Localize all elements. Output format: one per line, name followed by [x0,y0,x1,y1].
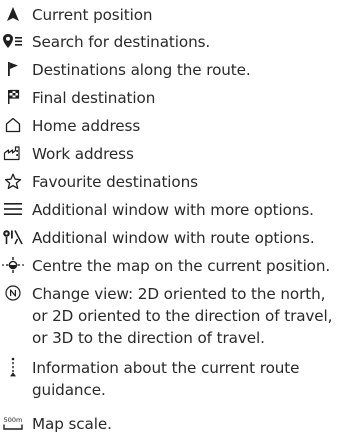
route-options-icon [1,228,25,246]
map-scale-label: 500m [3,415,23,424]
star-icon [1,172,25,190]
legend-item-text: Change view: 2D oriented to the north, o… [32,285,333,347]
route-info-icon [1,357,25,377]
legend-item-text: Work address [32,145,134,163]
legend-item-text: Final destination [32,89,156,107]
checkered-flag-icon [1,88,25,106]
legend-item-text: Additional window with route options. [32,229,315,247]
legend-item-text: Additional window with more options. [32,201,314,219]
menu-icon [1,200,25,218]
legend-item-text: Information about the current route guid… [32,359,300,399]
legend-item-text: Favourite destinations [32,173,198,191]
map-scale-icon: 500m [1,414,25,432]
legend-item-text: Destinations along the route. [32,61,251,79]
legend-item-text: Current position [32,6,153,24]
home-icon [1,116,25,134]
work-icon [1,144,25,162]
search-destination-icon [1,32,25,50]
legend-item-text: Home address [32,117,141,135]
legend-item-text: Search for destinations. [32,33,211,51]
arrow-up-icon [1,5,25,23]
legend-item-text: Map scale. [32,415,112,433]
legend-item-text: Centre the map on the current position. [32,257,331,275]
center-map-icon [1,256,25,274]
flag-icon [1,60,25,78]
compass-icon [1,284,25,302]
